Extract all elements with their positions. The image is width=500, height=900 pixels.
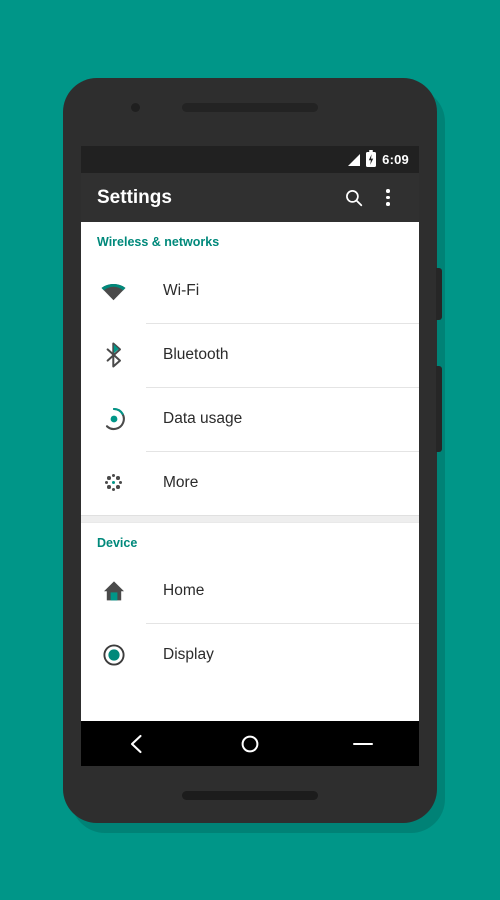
status-bar-clock: 6:09 [382,152,409,167]
more-dot [116,476,120,480]
status-bar: 6:09 [81,146,419,173]
phone-device: 6:09 Settings Wireless & networks Wi-Fi … [63,78,442,823]
settings-item-display[interactable]: Display [81,623,419,687]
settings-item-label: Display [163,646,214,664]
home-glyph [103,581,124,601]
settings-item-data-usage[interactable]: Data usage [81,386,419,451]
more-dot [116,485,120,489]
nav-back-button[interactable] [111,721,163,766]
nav-recents-button[interactable] [337,721,389,766]
more-dot [107,476,111,480]
settings-item-bluetooth[interactable]: Bluetooth [81,322,419,387]
data-usage-icon [97,407,130,431]
signal-bars-icon [348,153,361,166]
settings-item-wifi[interactable]: Wi-Fi [81,259,419,323]
display-glyph [102,644,125,666]
home-circle-icon [241,735,259,752]
home-icon [97,579,130,603]
settings-item-label: Data usage [163,409,243,427]
back-chevron-icon [131,734,142,753]
more-dot [111,487,116,492]
nav-home-button[interactable] [224,721,276,766]
recents-lines-icon [352,742,373,745]
front-camera-icon [131,103,140,112]
settings-item-home[interactable]: Home [81,559,419,623]
bluetooth-icon [97,342,130,368]
bottom-speaker [182,791,318,800]
settings-item-label: Bluetooth [163,345,229,363]
more-dot-center [111,480,116,485]
settings-item-more[interactable]: More [81,450,419,515]
more-dots-glyph [103,472,125,494]
more-dot [104,480,109,485]
navigation-bar [81,721,419,766]
more-dot [111,473,116,478]
section-header-device: Device [97,535,138,550]
overflow-dot [386,189,390,193]
overflow-dot [386,202,390,206]
search-icon[interactable] [337,181,371,215]
page-title: Settings [97,187,172,208]
more-dot [118,480,123,485]
charging-bolt-icon [368,154,374,165]
section-divider [81,514,419,523]
volume-button[interactable] [436,366,442,452]
wifi-glyph [101,284,126,301]
app-bar: Settings [81,173,419,222]
search-glyph [346,189,363,206]
settings-item-label: Wi-Fi [163,281,200,299]
more-dot [107,485,111,489]
display-icon [97,643,130,667]
data-usage-glyph [105,407,125,430]
settings-item-label: More [163,473,199,491]
phone-screen: 6:09 Settings Wireless & networks Wi-Fi … [81,146,419,748]
power-button[interactable] [436,268,442,320]
settings-list[interactable]: Wireless & networks Wi-Fi Bluetooth Data… [81,222,419,748]
section-header-wireless: Wireless & networks [97,235,220,249]
overflow-menu-icon[interactable] [371,181,405,215]
more-dots-icon [97,472,130,494]
bluetooth-glyph [106,342,121,367]
overflow-dot [386,195,390,200]
battery-charging-icon [366,152,377,167]
wifi-icon [97,280,130,301]
settings-item-label: Home [163,582,205,600]
earpiece-speaker [182,103,318,112]
